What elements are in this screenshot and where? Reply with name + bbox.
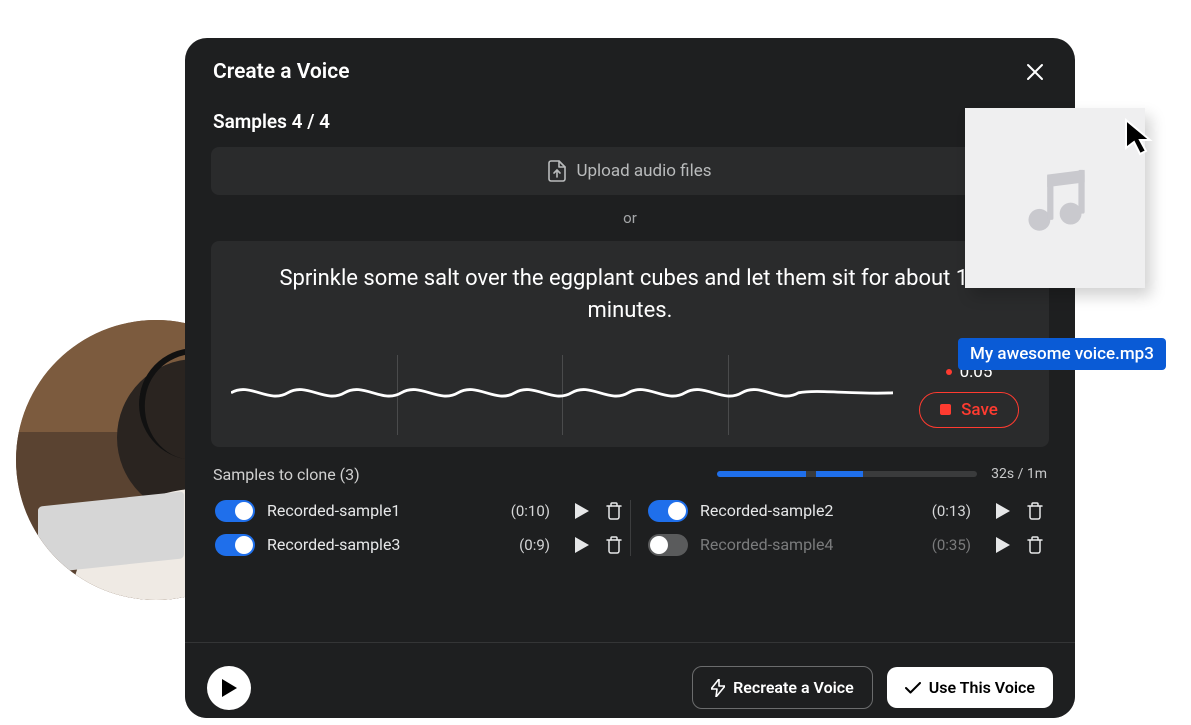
trash-icon xyxy=(606,502,622,520)
stop-icon xyxy=(940,404,951,415)
delete-sample-button[interactable] xyxy=(604,535,624,555)
sample-toggle[interactable] xyxy=(215,534,255,556)
sample-row: Recorded-sample4 (0:35) xyxy=(630,528,1051,562)
use-this-voice-label: Use This Voice xyxy=(929,678,1035,697)
sample-toggle[interactable] xyxy=(215,500,255,522)
upload-audio-label: Upload audio files xyxy=(576,161,711,181)
sample-row: Recorded-sample3 (0:9) xyxy=(209,528,630,562)
play-icon xyxy=(575,537,589,553)
sample-name: Recorded-sample1 xyxy=(267,501,499,520)
close-button[interactable] xyxy=(1023,60,1047,84)
create-voice-modal: Create a Voice Samples 4 / 4 Upload audi… xyxy=(185,38,1075,718)
modal-title: Create a Voice xyxy=(213,60,350,84)
play-icon xyxy=(996,537,1010,553)
samples-list: Recorded-sample1 (0:10) Recorded-sample2… xyxy=(185,494,1075,562)
waveform-area[interactable] xyxy=(231,355,893,435)
recreate-voice-button[interactable]: Recreate a Voice xyxy=(692,666,873,709)
clone-samples-label: Samples to clone (3) xyxy=(213,465,360,484)
save-recording-button[interactable]: Save xyxy=(919,392,1019,428)
sample-duration: (0:10) xyxy=(511,502,550,520)
samples-count-label: Samples 4 / 4 xyxy=(185,102,1075,147)
delete-sample-button[interactable] xyxy=(1025,535,1045,555)
upload-file-icon xyxy=(548,160,566,182)
bolt-icon xyxy=(711,679,725,697)
play-icon xyxy=(221,679,237,697)
sample-duration: (0:35) xyxy=(932,536,971,554)
modal-header: Create a Voice xyxy=(185,38,1075,102)
trash-icon xyxy=(1027,536,1043,554)
close-icon xyxy=(1026,63,1044,81)
preview-play-button[interactable] xyxy=(207,666,251,710)
play-sample-button[interactable] xyxy=(572,535,592,555)
waveform-icon xyxy=(231,355,893,431)
upload-audio-button[interactable]: Upload audio files xyxy=(211,147,1049,195)
clone-progress-text: 32s / 1m xyxy=(991,466,1047,482)
or-divider: or xyxy=(185,195,1075,241)
use-this-voice-button[interactable]: Use This Voice xyxy=(887,667,1053,708)
sample-row: Recorded-sample2 (0:13) xyxy=(630,494,1051,528)
clone-samples-header: Samples to clone (3) 32s / 1m xyxy=(185,447,1075,494)
sample-duration: (0:13) xyxy=(932,502,971,520)
recreate-voice-label: Recreate a Voice xyxy=(733,678,854,697)
dragged-file-card[interactable] xyxy=(965,108,1145,288)
delete-sample-button[interactable] xyxy=(1025,501,1045,521)
sample-name: Recorded-sample3 xyxy=(267,535,507,554)
play-sample-button[interactable] xyxy=(993,501,1013,521)
cursor-icon xyxy=(1124,118,1156,158)
save-button-label: Save xyxy=(961,400,998,420)
sample-toggle[interactable] xyxy=(648,500,688,522)
sample-toggle[interactable] xyxy=(648,534,688,556)
modal-footer: Recreate a Voice Use This Voice xyxy=(185,642,1075,718)
sample-row: Recorded-sample1 (0:10) xyxy=(209,494,630,528)
dragged-file-name-chip: My awesome voice.mp3 xyxy=(958,338,1166,370)
check-icon xyxy=(905,682,921,694)
sample-duration: (0:9) xyxy=(519,536,550,554)
play-icon xyxy=(996,503,1010,519)
recording-card: Sprinkle some salt over the eggplant cub… xyxy=(211,241,1049,447)
play-sample-button[interactable] xyxy=(572,501,592,521)
recording-indicator-icon xyxy=(946,369,952,375)
music-file-icon xyxy=(1016,159,1094,237)
sample-name: Recorded-sample2 xyxy=(700,501,920,520)
play-icon xyxy=(575,503,589,519)
delete-sample-button[interactable] xyxy=(604,501,624,521)
play-sample-button[interactable] xyxy=(993,535,1013,555)
trash-icon xyxy=(1027,502,1043,520)
trash-icon xyxy=(606,536,622,554)
clone-progress-bar xyxy=(717,471,977,477)
sample-name: Recorded-sample4 xyxy=(700,535,920,554)
prompt-text: Sprinkle some salt over the eggplant cub… xyxy=(231,263,1029,327)
